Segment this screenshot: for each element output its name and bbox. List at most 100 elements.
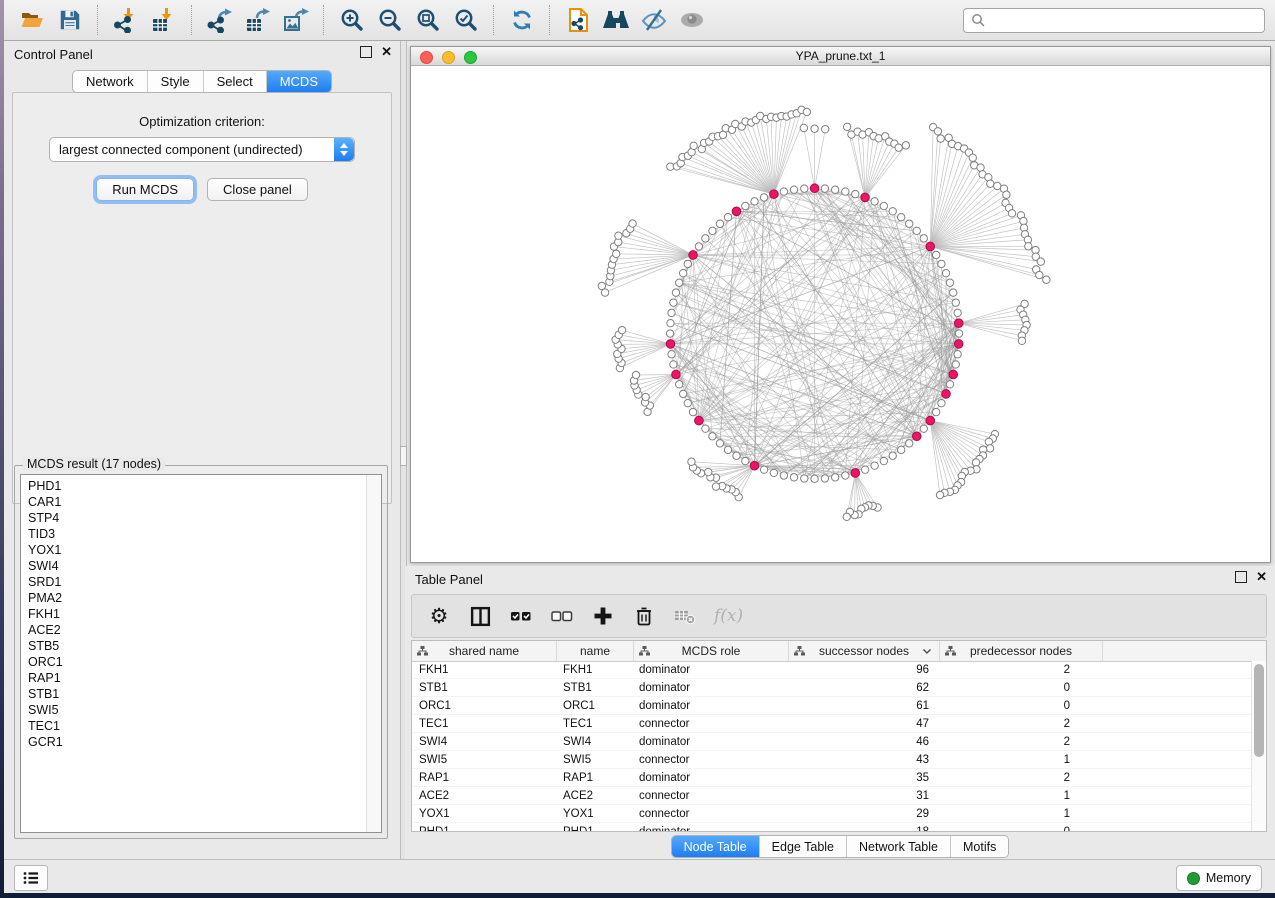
mcds-result-item[interactable]: STP4 (28, 510, 363, 526)
mcds-hub-node[interactable] (926, 242, 935, 251)
save-session-button[interactable] (52, 4, 88, 36)
create-column-button[interactable] (591, 603, 615, 629)
network-node[interactable] (880, 202, 887, 209)
network-node[interactable] (938, 399, 945, 406)
mcds-result-item[interactable]: TEC1 (28, 718, 363, 734)
network-node[interactable] (702, 425, 709, 432)
network-node[interactable] (969, 154, 976, 161)
network-node[interactable] (821, 185, 828, 192)
first-neighbors-button[interactable] (598, 4, 634, 36)
network-node[interactable] (946, 381, 953, 388)
mcds-hub-node[interactable] (750, 461, 759, 470)
mcds-hub-node[interactable] (926, 416, 935, 425)
mcds-hub-node[interactable] (954, 340, 963, 349)
network-node[interactable] (936, 491, 943, 498)
mcds-result-item[interactable]: ACE2 (28, 622, 363, 638)
network-node[interactable] (724, 214, 731, 221)
table-scrollbar-thumb[interactable] (1254, 664, 1264, 757)
network-node[interactable] (822, 125, 829, 132)
export-network-button[interactable] (202, 4, 238, 36)
network-node[interactable] (751, 198, 758, 205)
network-node[interactable] (712, 483, 719, 490)
minimize-window-icon[interactable] (442, 51, 455, 64)
mcds-result-item[interactable]: ORC1 (28, 654, 363, 670)
table-row[interactable]: SWI4SWI4dominator462 (412, 733, 1252, 751)
table-row[interactable]: RAP1RAP1dominator352 (412, 769, 1252, 787)
float-table-panel-icon[interactable] (1235, 571, 1247, 583)
network-node[interactable] (716, 220, 723, 227)
network-node[interactable] (842, 188, 849, 195)
network-node[interactable] (831, 186, 838, 193)
network-node[interactable] (938, 260, 945, 267)
mcds-result-item[interactable]: STB1 (28, 686, 363, 702)
maximize-window-icon[interactable] (464, 51, 477, 64)
mcds-list-scrollbar[interactable] (366, 475, 381, 832)
unselect-all-columns-button[interactable] (550, 603, 574, 629)
network-node[interactable] (742, 457, 749, 464)
network-node[interactable] (861, 466, 868, 473)
mcds-result-item[interactable]: TID3 (28, 526, 363, 542)
column-header-shared-name[interactable]: shared name (412, 641, 557, 661)
mcds-hub-node[interactable] (942, 390, 951, 399)
table-row[interactable]: PHD1PHD1dominator180 (412, 823, 1252, 831)
network-node[interactable] (790, 186, 797, 193)
network-node[interactable] (672, 289, 679, 296)
network-node[interactable] (1036, 271, 1043, 278)
network-node[interactable] (954, 351, 961, 358)
close-window-icon[interactable] (420, 51, 433, 64)
close-table-panel-icon[interactable]: ✕ (1256, 572, 1267, 582)
network-node[interactable] (906, 440, 913, 447)
network-node[interactable] (613, 250, 620, 257)
table-row[interactable]: STB1STB1dominator620 (412, 679, 1252, 697)
tab-mcds[interactable]: MCDS (266, 71, 331, 92)
network-node[interactable] (831, 474, 838, 481)
mcds-result-item[interactable]: SWI5 (28, 702, 363, 718)
column-header-name[interactable]: name (557, 641, 634, 661)
network-node[interactable] (709, 433, 716, 440)
mcds-hub-node[interactable] (666, 340, 675, 349)
mcds-hub-node[interactable] (672, 370, 681, 379)
network-node[interactable] (811, 475, 818, 482)
tab-node-table[interactable]: Node Table (672, 836, 759, 857)
delete-table-button[interactable] (673, 603, 697, 629)
zoom-selected-button[interactable] (448, 4, 484, 36)
export-table-button[interactable] (240, 4, 276, 36)
network-frame-titlebar[interactable]: YPA_prune.txt_1 (411, 47, 1270, 66)
network-node[interactable] (705, 468, 712, 475)
mcds-hub-node[interactable] (732, 207, 741, 216)
mcds-result-item[interactable]: FKH1 (28, 606, 363, 622)
table-row[interactable]: SWI5SWI5connector431 (412, 751, 1252, 769)
column-header-predecessor-nodes[interactable]: predecessor nodes (940, 641, 1103, 661)
network-node[interactable] (668, 351, 675, 358)
network-node[interactable] (688, 458, 695, 465)
network-node[interactable] (902, 142, 909, 149)
network-node[interactable] (932, 408, 939, 415)
network-node[interactable] (954, 309, 961, 316)
network-node[interactable] (667, 319, 674, 326)
network-node[interactable] (760, 466, 767, 473)
mcds-result-item[interactable]: YOX1 (28, 542, 363, 558)
apply-layout-button[interactable] (504, 4, 540, 36)
network-node[interactable] (843, 513, 850, 520)
network-node[interactable] (843, 123, 850, 130)
network-node[interactable] (942, 269, 949, 276)
network-node[interactable] (598, 282, 605, 289)
network-node[interactable] (676, 279, 683, 286)
tab-edge-table[interactable]: Edge Table (759, 836, 846, 857)
tab-motifs[interactable]: Motifs (950, 836, 1008, 857)
tab-style[interactable]: Style (147, 71, 203, 92)
show-column-dialog-button[interactable] (468, 603, 492, 629)
select-all-columns-button[interactable] (509, 603, 533, 629)
network-node[interactable] (760, 194, 767, 201)
mcds-result-item[interactable]: PMA2 (28, 590, 363, 606)
criterion-select[interactable]: largest connected component (undirected) (49, 137, 355, 162)
network-node[interactable] (790, 474, 797, 481)
mcds-result-item[interactable]: SRD1 (28, 574, 363, 590)
mcds-hub-node[interactable] (770, 190, 779, 199)
open-file-button[interactable] (14, 4, 50, 36)
import-table-button[interactable] (146, 4, 182, 36)
network-node[interactable] (946, 279, 953, 286)
network-node[interactable] (670, 361, 677, 368)
clone-network-button[interactable] (560, 4, 596, 36)
network-node[interactable] (987, 180, 994, 187)
